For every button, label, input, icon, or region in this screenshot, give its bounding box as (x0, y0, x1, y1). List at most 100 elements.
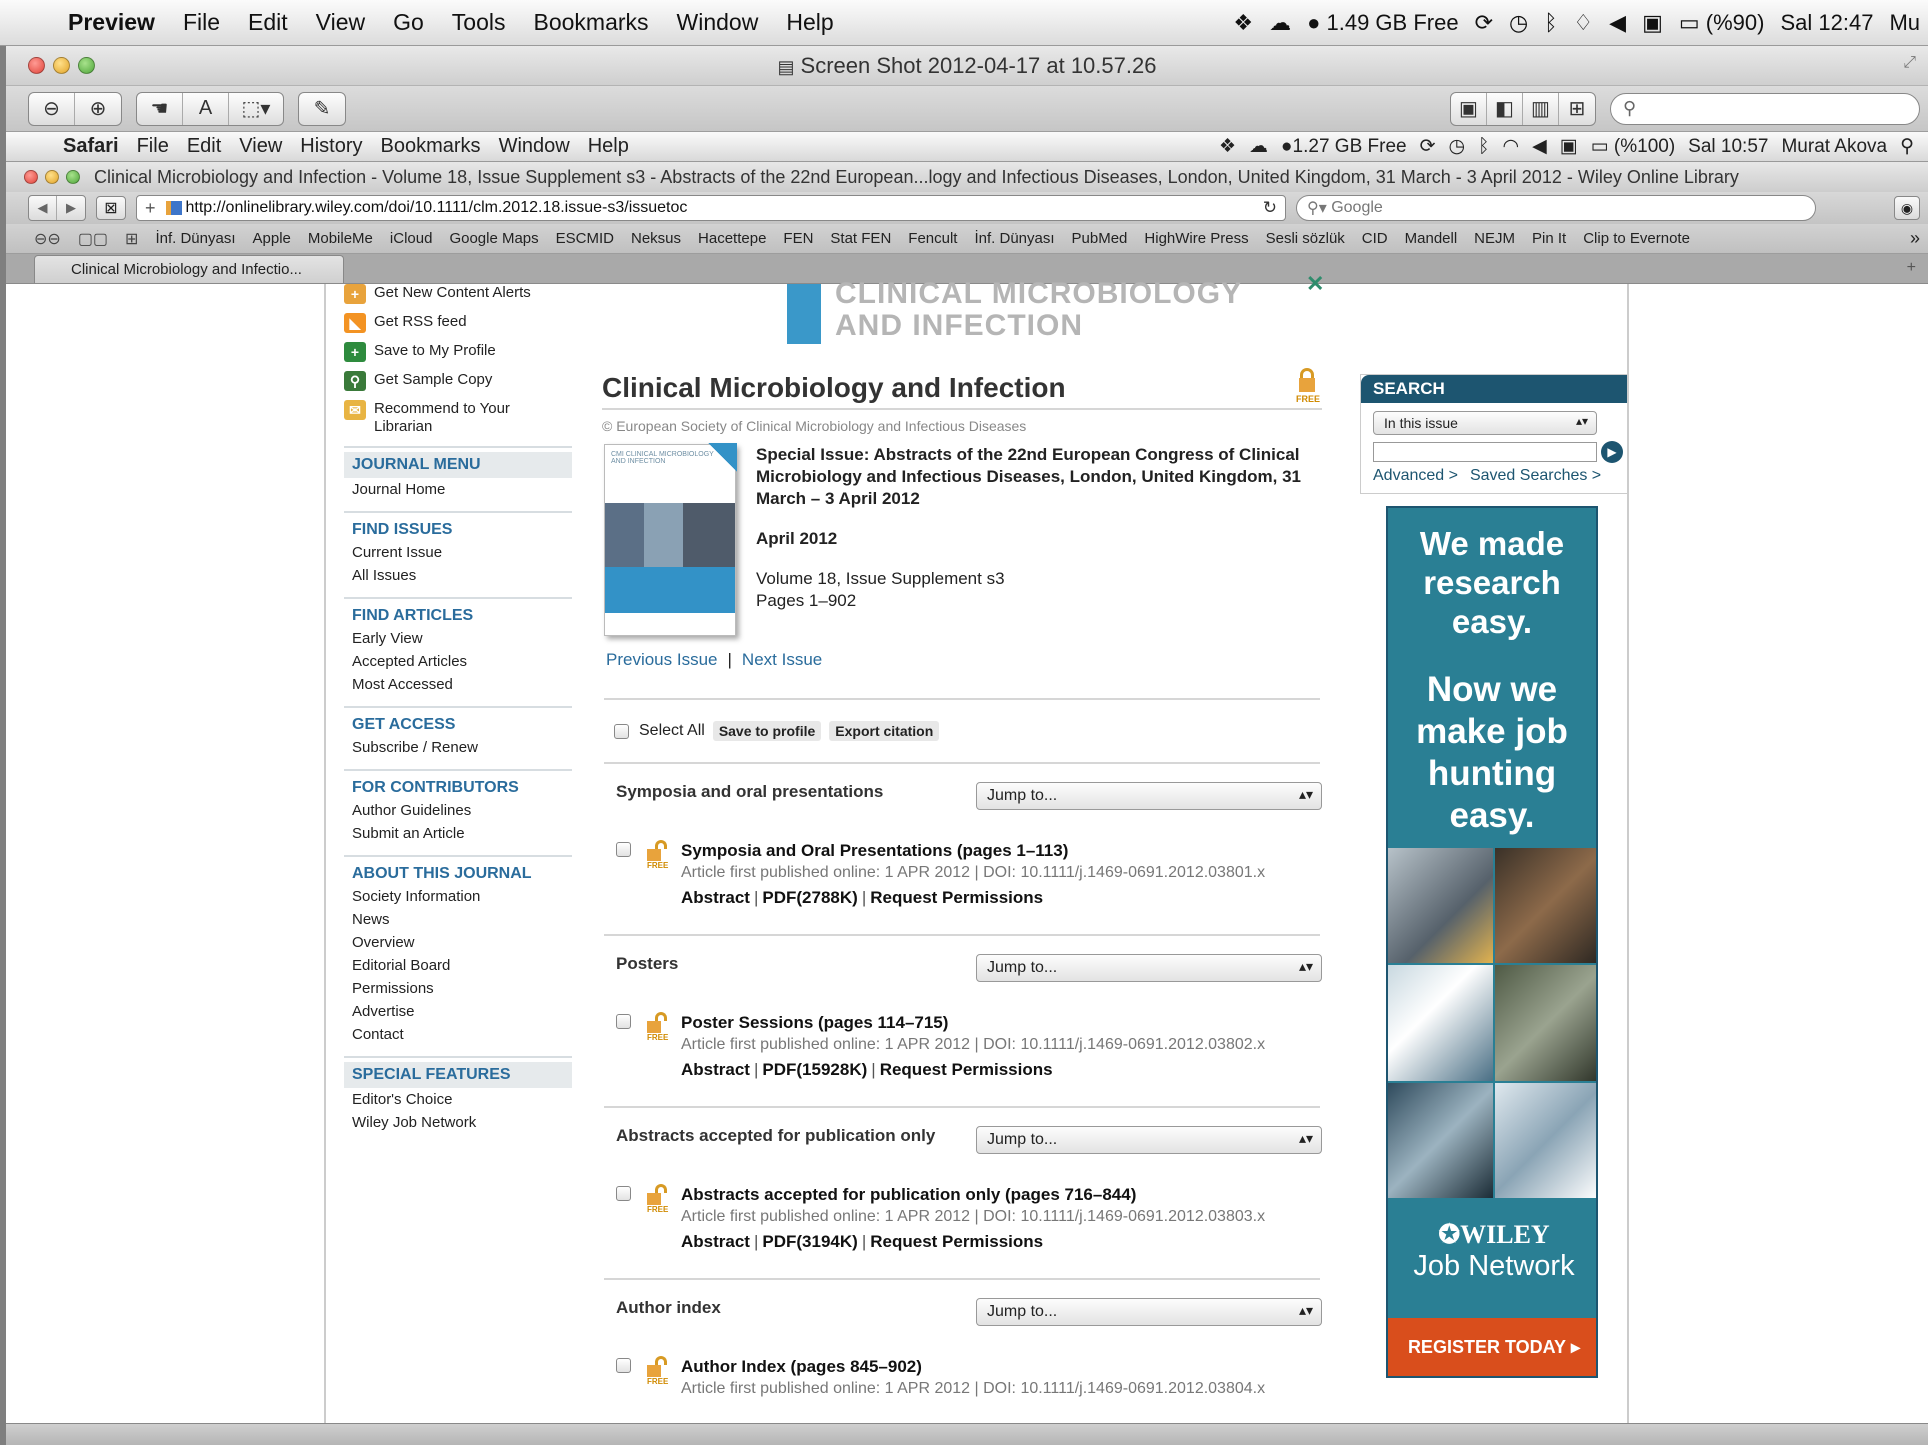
volume-icon[interactable]: ◀ (1609, 10, 1626, 36)
request-permissions-link[interactable]: Request Permissions (880, 1060, 1053, 1079)
link-current-issue[interactable]: Current Issue (344, 541, 572, 564)
link-society-info[interactable]: Society Information (344, 885, 572, 908)
link-news[interactable]: News (344, 908, 572, 931)
jump-to-select[interactable]: Jump to... ▴▾ (976, 1126, 1322, 1154)
preview-search-field[interactable]: ⚲ (1610, 92, 1920, 125)
menu-app-safari[interactable]: Safari (54, 135, 128, 158)
issue-cover-image[interactable]: CMI CLINICAL MICROBIOLOGY AND INFECTION (604, 443, 737, 636)
pdf-link[interactable]: PDF(15928K) (762, 1060, 867, 1079)
memory-status[interactable]: ●1.27 GB Free (1281, 136, 1407, 158)
menu-window[interactable]: Window (663, 9, 773, 36)
bookmark-item[interactable]: İnf. Dünyası (974, 230, 1054, 247)
wifi-icon[interactable]: ♢ (1573, 10, 1593, 36)
search-go-button[interactable]: ▶ (1601, 441, 1623, 463)
new-tab-icon[interactable]: + (1907, 259, 1928, 283)
link-contact[interactable]: Contact (344, 1023, 572, 1046)
add-bookmark-icon[interactable]: + (145, 198, 156, 219)
sync-icon[interactable]: ⟳ (1475, 10, 1493, 36)
select-all-checkbox[interactable] (614, 723, 629, 739)
export-citation-button[interactable]: Export citation (829, 721, 940, 741)
link-advertise[interactable]: Advertise (344, 1000, 572, 1023)
menu-tools[interactable]: Tools (438, 9, 520, 36)
pdf-link[interactable]: PDF(2788K) (762, 888, 857, 907)
save-to-profile-button[interactable]: Save to profile (712, 721, 822, 741)
contact-sheet-icon[interactable]: ⊞ (1559, 93, 1595, 125)
text-tool-icon[interactable]: A (183, 92, 229, 125)
bookmark-item[interactable]: Fencult (908, 230, 957, 247)
link-author-guidelines[interactable]: Author Guidelines (344, 799, 572, 822)
bookmark-item[interactable]: ESCMID (556, 230, 614, 247)
journal-logo[interactable]: CLINICAL MICROBIOLOGY AND INFECTION (787, 278, 1242, 344)
link-most-accessed[interactable]: Most Accessed (344, 673, 572, 696)
safari-menu-file[interactable]: File (128, 135, 178, 158)
bluetooth-icon[interactable]: ᛒ (1478, 136, 1489, 158)
close-button[interactable] (28, 57, 45, 74)
article-title[interactable]: Symposia and Oral Presentations (pages 1… (681, 840, 1265, 862)
minimize-button[interactable] (45, 170, 59, 184)
safari-menu-history[interactable]: History (291, 135, 371, 158)
jump-to-select[interactable]: Jump to... ▴▾ (976, 1298, 1322, 1326)
safari-menu-help[interactable]: Help (579, 135, 638, 158)
bookmark-item[interactable]: HighWire Press (1144, 230, 1248, 247)
jump-to-select[interactable]: Jump to... ▴▾ (976, 954, 1322, 982)
bookmark-item[interactable]: NEJM (1474, 230, 1515, 247)
link-overview[interactable]: Overview (344, 931, 572, 954)
close-button[interactable] (24, 170, 38, 184)
bookmark-item[interactable]: iCloud (390, 230, 433, 247)
bookmark-item[interactable]: Clip to Evernote (1583, 230, 1690, 247)
wiley-job-network-ad[interactable]: We made research easy. Now we make job h… (1386, 506, 1598, 1378)
minimize-button[interactable] (53, 57, 70, 74)
bookmark-item[interactable]: Hacettepe (698, 230, 766, 247)
article-checkbox[interactable] (616, 1186, 631, 1201)
article-title[interactable]: Poster Sessions (pages 114–715) (681, 1012, 1265, 1034)
link-subscribe[interactable]: Subscribe / Renew (344, 736, 572, 759)
bookmark-item[interactable]: Google Maps (449, 230, 538, 247)
user-name[interactable]: Murat Akova (1781, 136, 1887, 158)
search-input[interactable] (1373, 442, 1597, 462)
sidebar-icon[interactable]: ▥ (1523, 92, 1559, 125)
bookmark-item[interactable]: İnf. Dünyası (155, 230, 235, 247)
cloud-icon[interactable]: ☁ (1249, 135, 1268, 158)
zoom-out-icon[interactable]: ⊖ (29, 92, 75, 125)
glasses-icon[interactable]: ⊖⊖ (34, 229, 61, 249)
tool-rss[interactable]: ◣ Get RSS feed (344, 313, 572, 333)
bluetooth-icon[interactable]: ᛒ (1544, 10, 1557, 36)
tab-active[interactable]: Clinical Microbiology and Infectio... (34, 255, 344, 283)
menu-edit[interactable]: Edit (234, 9, 302, 36)
clock[interactable]: Sal 10:57 (1688, 136, 1768, 158)
article-checkbox[interactable] (616, 1014, 631, 1029)
bookmark-item[interactable]: Neksus (631, 230, 681, 247)
bookmark-item[interactable]: Pin It (1532, 230, 1566, 247)
hand-tool-icon[interactable]: ☚ (137, 92, 183, 125)
abstract-link[interactable]: Abstract (681, 1232, 750, 1251)
safari-menu-view[interactable]: View (230, 135, 291, 158)
more-bookmarks-icon[interactable]: » (1910, 228, 1928, 249)
volume-icon[interactable]: ◀ (1532, 135, 1547, 158)
bookmark-item[interactable]: Stat FEN (830, 230, 891, 247)
bookmark-item[interactable]: Apple (253, 230, 291, 247)
cloud-icon[interactable]: ☁ (1269, 10, 1291, 36)
request-permissions-link[interactable]: Request Permissions (870, 888, 1043, 907)
menu-file[interactable]: File (169, 9, 234, 36)
dropbox-icon[interactable]: ❖ (1219, 135, 1236, 158)
pdf-link[interactable]: PDF(3194K) (762, 1232, 857, 1251)
saved-searches-link[interactable]: Saved Searches > (1470, 467, 1601, 484)
register-today-button[interactable]: REGISTER TODAY ▸ (1388, 1318, 1596, 1376)
search-scope-select[interactable]: In this issue ▴▾ (1373, 411, 1597, 435)
safari-menu-edit[interactable]: Edit (178, 135, 230, 158)
google-search-field[interactable]: ⚲▾ Google (1296, 195, 1816, 221)
back-icon[interactable]: ◀ (29, 196, 57, 220)
tool-content-alerts[interactable]: + Get New Content Alerts (344, 284, 572, 304)
link-submit-article[interactable]: Submit an Article (344, 822, 572, 845)
link-editorial-board[interactable]: Editorial Board (344, 954, 572, 977)
memory-status[interactable]: ● 1.49 GB Free (1307, 10, 1459, 36)
link-editors-choice[interactable]: Editor's Choice (344, 1088, 572, 1111)
bookmark-item[interactable]: MobileMe (308, 230, 373, 247)
link-early-view[interactable]: Early View (344, 627, 572, 650)
abstract-link[interactable]: Abstract (681, 888, 750, 907)
input-menu-icon[interactable]: ▣ (1642, 10, 1663, 36)
battery-status[interactable]: ▭ (%90) (1679, 10, 1765, 36)
menu-bookmarks[interactable]: Bookmarks (519, 9, 662, 36)
bookmark-item[interactable]: CID (1362, 230, 1388, 247)
thumbnail-icon[interactable]: ◧ (1487, 92, 1523, 125)
